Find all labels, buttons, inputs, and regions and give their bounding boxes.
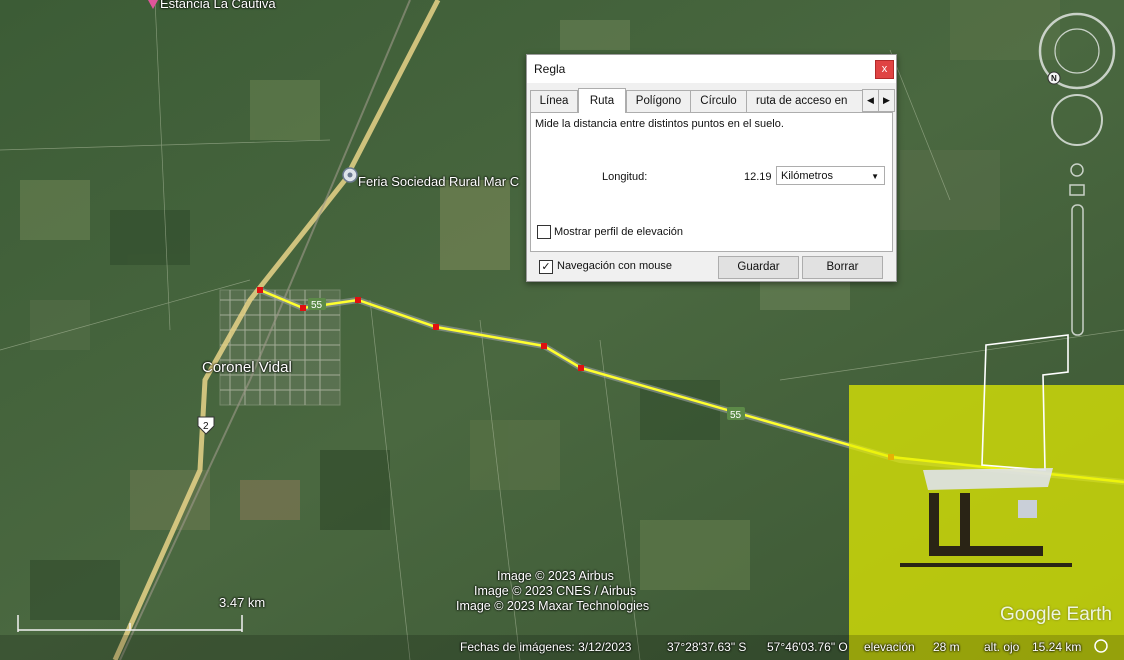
unit-select-value: Kilómetros xyxy=(781,170,833,182)
google-earth-watermark: Google Earth xyxy=(1000,604,1112,625)
route-vertex[interactable] xyxy=(355,297,361,303)
route-shield-55-a: 55 xyxy=(308,298,326,311)
tab-scroll-right-icon[interactable]: ▶ xyxy=(878,89,895,112)
route-vertex[interactable] xyxy=(578,365,584,371)
elevation-profile-label[interactable]: Mostrar perfil de elevación xyxy=(554,226,683,238)
ruler-dialog: Regla x Línea Ruta Polígono Círculo ruta… xyxy=(526,54,897,282)
route-vertex[interactable] xyxy=(433,324,439,330)
route-shield-55-b: 55 xyxy=(727,407,745,421)
mouse-navigation-label[interactable]: Navegación con mouse xyxy=(557,260,672,272)
chevron-down-icon: ▼ xyxy=(871,172,879,181)
latitude-readout: 37°28'37.63" S xyxy=(667,640,747,654)
length-value: 12.19 xyxy=(744,171,772,183)
tab-ruta[interactable]: Ruta xyxy=(578,88,626,113)
dialog-titlebar[interactable]: Regla x xyxy=(527,55,896,83)
svg-text:2: 2 xyxy=(203,421,209,432)
elevation-label: elevación xyxy=(864,640,915,654)
tab-circulo[interactable]: Círculo xyxy=(690,90,747,112)
close-button[interactable]: x xyxy=(875,60,894,79)
place-label-feria[interactable]: Feria Sociedad Rural Mar C xyxy=(358,174,519,189)
unit-select[interactable]: Kilómetros ▼ xyxy=(776,166,885,185)
svg-text:55: 55 xyxy=(311,300,323,311)
dialog-title: Regla xyxy=(534,62,566,76)
eye-altitude-value: 15.24 km xyxy=(1032,640,1082,654)
elevation-profile-checkbox[interactable] xyxy=(537,225,551,239)
length-label: Longitud: xyxy=(602,171,648,183)
tab-ruta-3d[interactable]: ruta de acceso en 3D xyxy=(746,90,863,111)
attribution-line: Image © 2023 Airbus xyxy=(497,569,614,583)
svg-text:N: N xyxy=(1051,74,1057,83)
mouse-navigation-checkbox[interactable]: ✓ xyxy=(539,260,553,274)
elevation-value: 28 m xyxy=(933,640,960,654)
attribution-line: Image © 2023 CNES / Airbus xyxy=(474,584,637,598)
ruler-description: Mide la distancia entre distintos puntos… xyxy=(535,118,784,130)
place-label-estancia[interactable]: Estancia La Cautiva xyxy=(160,0,276,11)
ruler-panel: Mide la distancia entre distintos puntos… xyxy=(530,112,893,252)
svg-text:55: 55 xyxy=(730,410,742,421)
tab-linea[interactable]: Línea xyxy=(530,90,578,112)
tab-poligono[interactable]: Polígono xyxy=(626,90,691,112)
ruler-tabs: Línea Ruta Polígono Círculo ruta de acce… xyxy=(530,88,863,113)
tab-scroll-left-icon[interactable]: ◀ xyxy=(862,89,879,112)
eye-altitude-label: alt. ojo xyxy=(984,640,1020,654)
scale-bar-label: 3.47 km xyxy=(219,595,266,610)
imagery-date: Fechas de imágenes: 3/12/2023 xyxy=(460,640,632,654)
place-label-town[interactable]: Coronel Vidal xyxy=(202,359,292,376)
route-vertex[interactable] xyxy=(257,287,263,293)
save-button[interactable]: Guardar xyxy=(718,256,799,279)
route-vertex[interactable] xyxy=(541,343,547,349)
attribution-line: Image © 2023 Maxar Technologies xyxy=(456,599,650,613)
clear-button[interactable]: Borrar xyxy=(802,256,883,279)
route-vertex[interactable] xyxy=(300,305,306,311)
longitude-readout: 57°46'03.76" O xyxy=(767,640,848,654)
